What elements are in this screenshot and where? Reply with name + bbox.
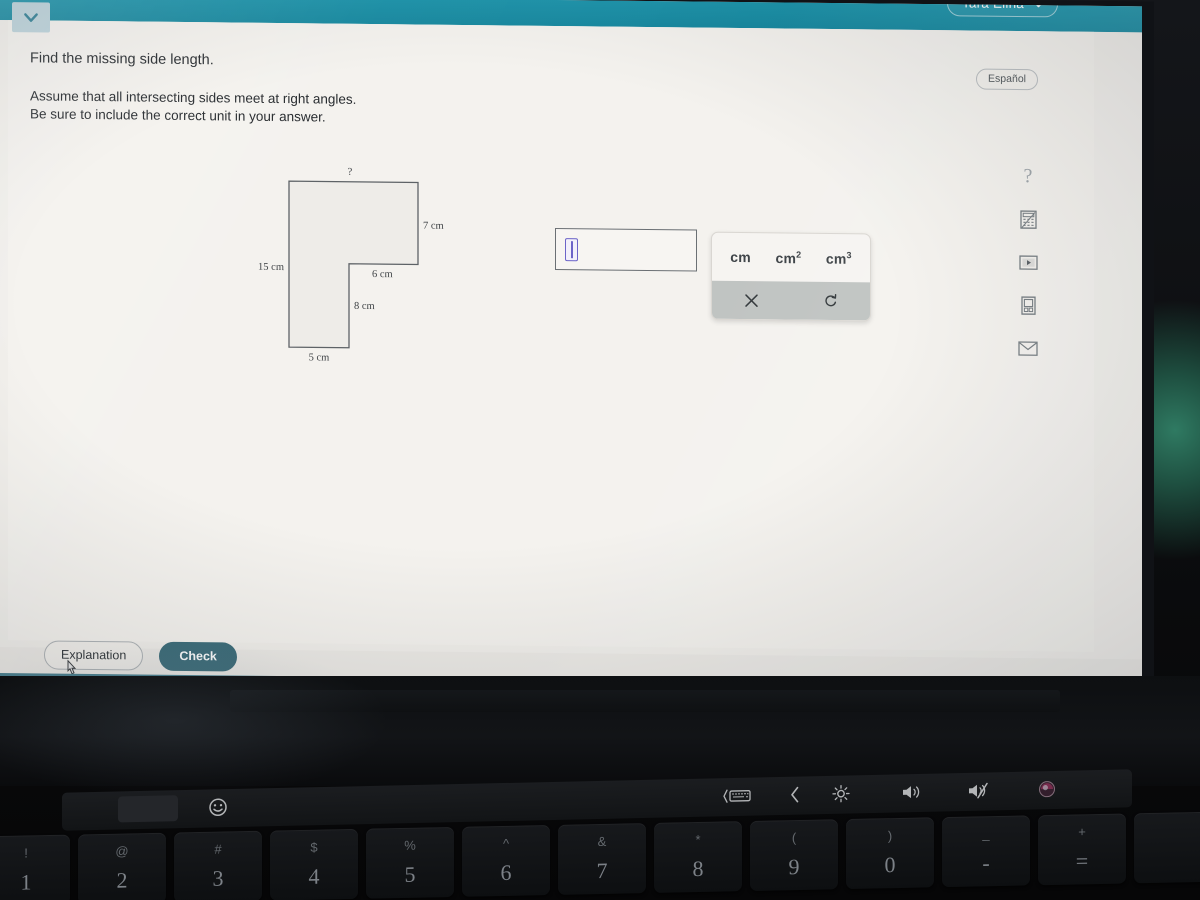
question-prompt: Find the missing side length. Assume tha… [30,49,690,129]
unit-base-cm2: cm [775,249,797,266]
label-bottom-5cm: 5 cm [309,352,330,363]
geometry-figure: ? 7 cm 6 cm 8 cm 15 cm 5 cm [240,155,480,373]
unit-base-cm: cm [730,248,751,266]
help-button[interactable]: ? [1015,163,1041,189]
key-8[interactable]: * 8 [654,821,742,893]
video-button[interactable] [1015,249,1041,275]
key-4-lower: 4 [308,863,320,889]
key-2-lower: 2 [116,867,128,893]
question-mark-icon: ? [1023,164,1033,187]
key-4[interactable]: $ 4 [270,828,358,900]
collapse-panel-button[interactable] [12,2,50,33]
page-sheet: Find the missing side length. Assume tha… [0,2,1142,691]
check-button[interactable]: Check [159,641,237,672]
key-equals[interactable]: + = [1038,813,1126,886]
siri-icon[interactable] [1037,779,1057,799]
label-inner-8cm: 8 cm [354,301,375,312]
unit-button-cm2[interactable]: cm2 [775,249,801,266]
unit-keypad: cm cm2 cm3 [711,231,871,322]
reference-button[interactable] [1015,292,1041,318]
tool-rail: ? [1008,163,1048,361]
browser-screen: Tara Elina Find the missing side length.… [0,0,1142,691]
key-6[interactable]: ^ 6 [462,825,550,897]
keypad-actions [712,280,870,321]
key-0-upper: ) [887,828,893,844]
key-minus-upper: _ [982,826,990,842]
key-equals-upper: + [1078,824,1086,840]
espanol-button[interactable]: Español [976,68,1038,91]
undo-button[interactable] [814,288,848,314]
key-minus[interactable]: _ - [942,815,1030,888]
emoji-smiley-icon[interactable] [208,797,228,817]
mail-envelope-icon [1018,340,1038,356]
calculator-button[interactable] [1015,206,1041,232]
question-card: Find the missing side length. Assume tha… [8,2,1094,652]
label-inner-6cm: 6 cm [372,269,393,280]
key-8-lower: 8 [692,855,704,882]
mute-icon[interactable] [966,780,992,801]
key-7-upper: & [597,833,607,850]
key-2[interactable]: @ 2 [78,832,166,900]
key-0[interactable]: ) 0 [846,817,934,890]
close-x-icon [745,293,758,307]
key-0-lower: 0 [884,852,896,878]
label-left-15cm: 15 cm [258,262,284,273]
key-equals-lower: = [1075,848,1089,874]
keyboard-icon[interactable] [722,786,752,807]
laptop-hinge [230,690,1060,712]
key-3-upper: # [214,841,222,857]
key-3[interactable]: # 3 [174,830,262,900]
unit-exp-2: 2 [796,249,802,260]
unit-button-cm[interactable]: cm [730,249,751,265]
unit-options: cm cm2 cm3 [712,233,870,283]
brightness-icon[interactable] [830,783,852,803]
chevron-down-icon [24,13,38,22]
video-play-icon [1018,254,1038,270]
unit-base-cm3: cm [825,250,847,267]
undo-arrow-icon [824,293,836,307]
key-8-upper: * [695,831,701,848]
key-2-upper: @ [115,843,129,859]
math-input-caret [565,238,578,262]
key-5-upper: % [404,837,416,853]
key-1[interactable]: ! 1 [0,834,70,900]
l-shape-diagram: ? 7 cm 6 cm 8 cm 15 cm 5 cm [258,167,444,364]
calculator-icon [1019,209,1037,229]
l-shape-polygon [288,180,419,349]
back-chevron-icon[interactable] [788,785,802,805]
unit-exp-3: 3 [846,249,852,260]
clear-button[interactable] [735,287,769,313]
key-1-lower: 1 [20,869,32,895]
key-9-lower: 9 [788,853,800,880]
unit-button-cm3[interactable]: cm3 [826,250,852,267]
label-top-unknown: ? [348,167,353,178]
key-5[interactable]: % 5 [366,826,454,899]
photo-of-laptop-screen: Tara Elina Find the missing side length.… [0,0,1200,900]
key-minus-lower: - [982,850,990,876]
key-7[interactable]: & 7 [558,823,646,895]
key-9-upper: ( [791,830,797,846]
touchbar-esc-key[interactable] [118,795,178,823]
prompt-line-1: Find the missing side length. [30,50,214,69]
reference-book-icon [1020,295,1036,315]
mail-button[interactable] [1015,335,1041,361]
label-right-7cm: 7 cm [423,221,444,232]
key-delete[interactable]: delete [1134,811,1200,884]
key-6-upper: ^ [502,835,510,851]
key-4-upper: $ [310,839,318,855]
answer-input[interactable] [555,228,697,272]
explanation-button[interactable]: Explanation [44,640,144,671]
key-9[interactable]: ( 9 [750,819,838,891]
key-1-upper: ! [24,845,28,861]
key-6-lower: 6 [500,859,512,885]
key-5-lower: 5 [404,861,416,887]
key-3-lower: 3 [212,865,224,891]
volume-icon[interactable] [900,782,924,803]
key-7-lower: 7 [596,857,608,884]
